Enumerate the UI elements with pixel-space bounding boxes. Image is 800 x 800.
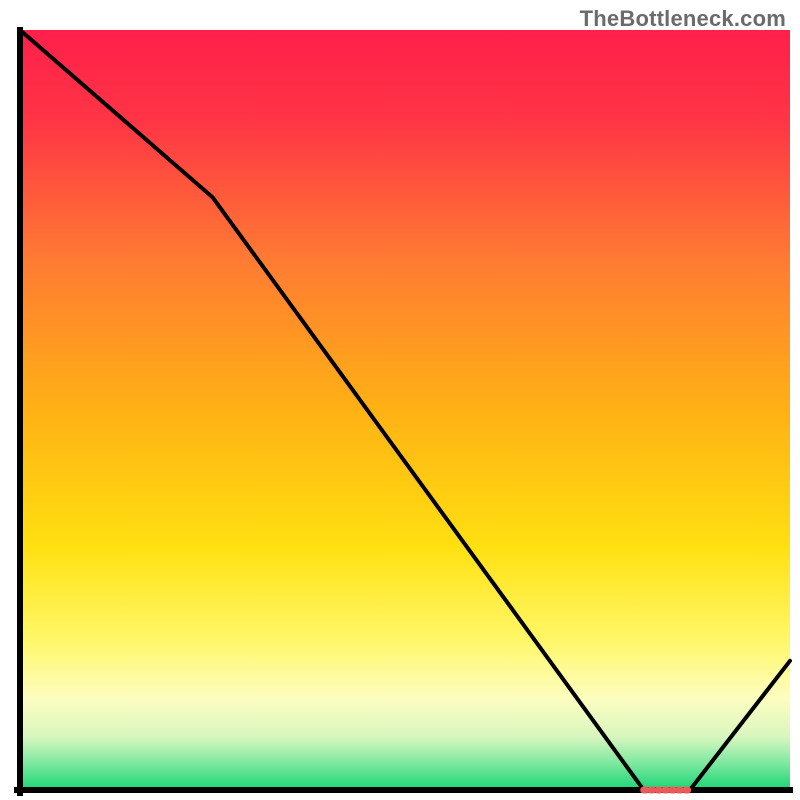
bottleneck-chart xyxy=(0,0,800,800)
chart-container: TheBottleneck.com xyxy=(0,0,800,800)
plot-background xyxy=(20,30,790,790)
